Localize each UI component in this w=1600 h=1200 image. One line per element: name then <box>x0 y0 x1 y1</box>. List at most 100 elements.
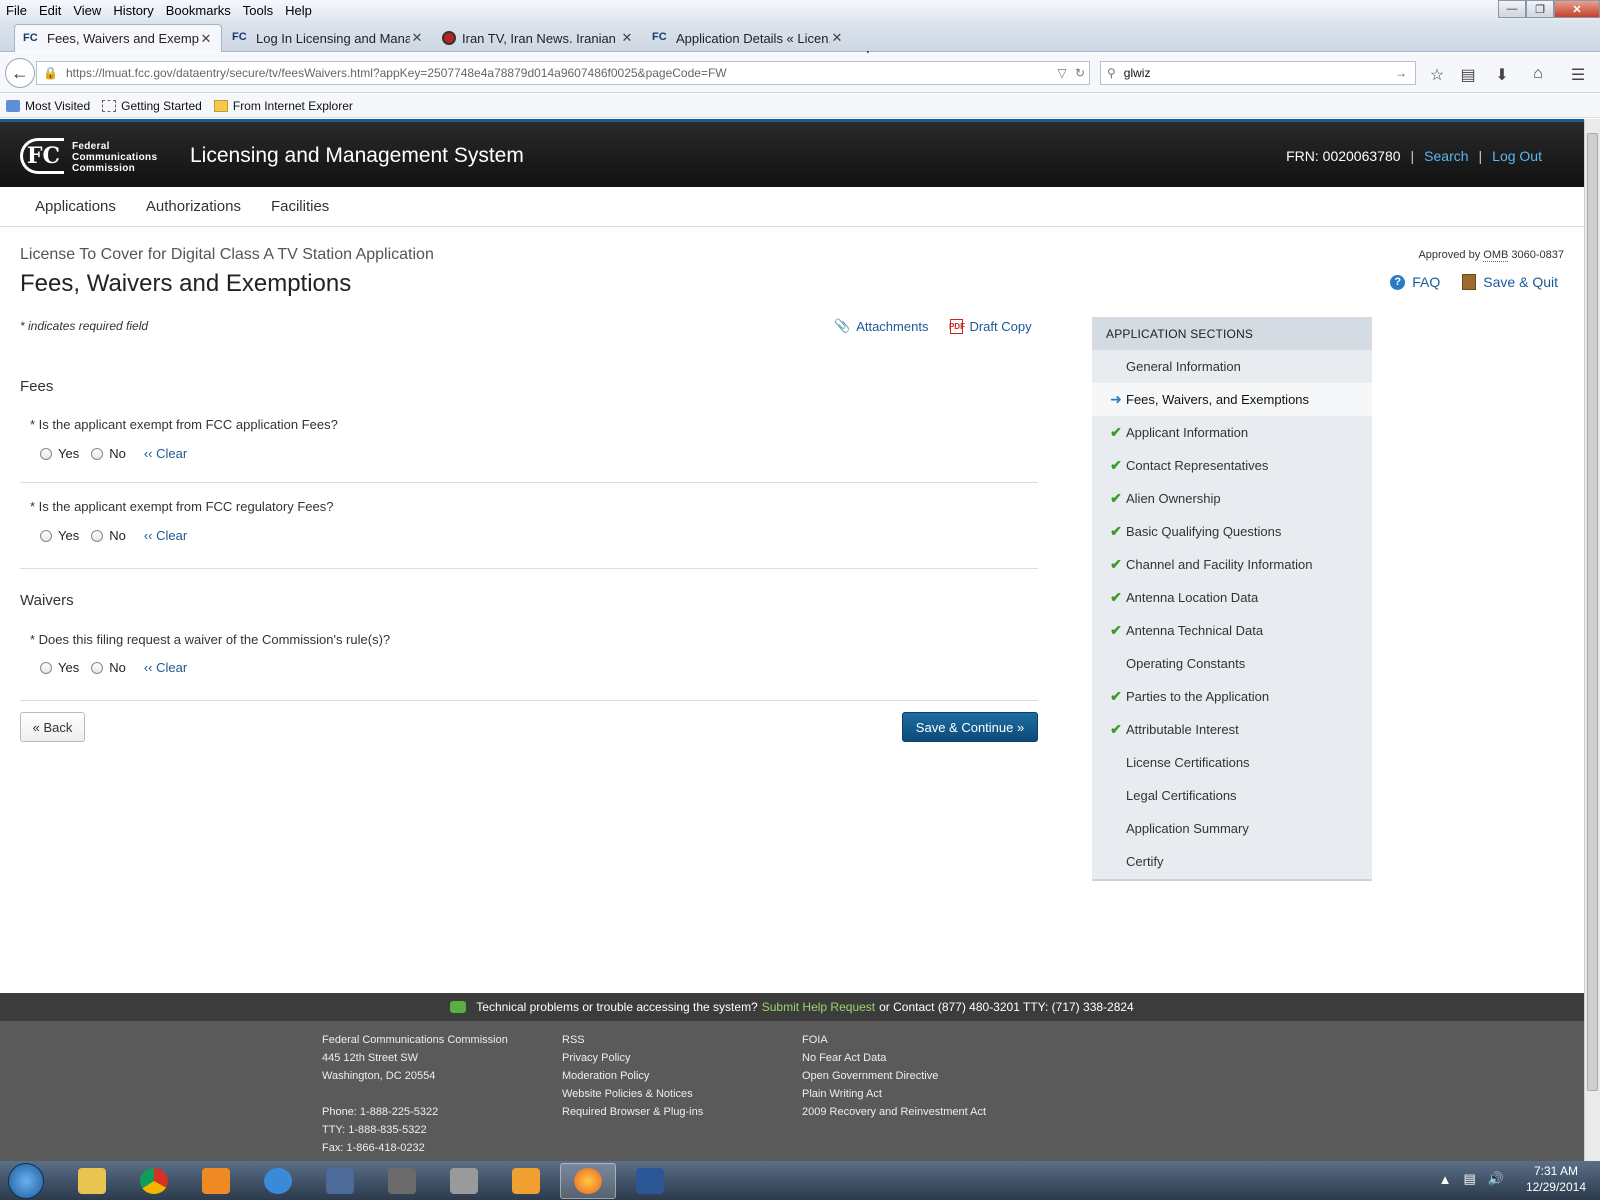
bookmark-from-ie[interactable]: From Internet Explorer <box>213 99 353 113</box>
draft-copy-link[interactable]: PDF Draft Copy <box>949 318 1032 334</box>
reading-list-icon[interactable]: ▤ <box>1457 65 1479 84</box>
close-tab-icon[interactable]: ✕ <box>410 30 424 46</box>
search-go-icon[interactable]: → <box>1395 66 1415 80</box>
sidebar-item[interactable]: Legal Certifications <box>1092 779 1372 812</box>
taskbar-word[interactable] <box>622 1163 678 1199</box>
menu-history[interactable]: History <box>107 3 159 18</box>
page-scrollbar[interactable] <box>1584 119 1600 1161</box>
faq-link[interactable]: ? FAQ <box>1390 274 1440 290</box>
sidebar-item[interactable]: License Certifications <box>1092 746 1372 779</box>
sidebar-item[interactable]: ✔ Parties to the Application <box>1092 680 1372 713</box>
taskbar-security[interactable] <box>374 1163 430 1199</box>
search-input[interactable]: glwiz <box>1124 66 1395 80</box>
menu-view[interactable]: View <box>67 3 107 18</box>
sidebar-item[interactable]: ✔ Attributable Interest <box>1092 713 1372 746</box>
close-tab-icon[interactable]: ✕ <box>830 30 844 46</box>
clear-link[interactable]: ‹‹ Clear <box>144 446 187 461</box>
menu-edit[interactable]: Edit <box>33 3 67 18</box>
menu-file[interactable]: File <box>0 3 33 18</box>
dropdown-arrow-icon[interactable]: ▽ <box>1053 66 1071 80</box>
menu-tools[interactable]: Tools <box>237 3 279 18</box>
footer-link[interactable]: No Fear Act Data <box>802 1049 986 1067</box>
search-link[interactable]: Search <box>1424 148 1468 164</box>
sidebar-item[interactable]: ✔ Alien Ownership <box>1092 482 1372 515</box>
taskbar-explorer[interactable] <box>64 1163 120 1199</box>
sidebar-item[interactable]: Operating Constants <box>1092 647 1372 680</box>
footer-link[interactable]: 2009 Recovery and Reinvestment Act <box>802 1103 986 1121</box>
reload-icon[interactable]: ↻ <box>1071 66 1089 80</box>
taskbar-network[interactable] <box>312 1163 368 1199</box>
menu-help[interactable]: Help <box>279 3 318 18</box>
browser-back-icon[interactable]: ← <box>5 58 35 88</box>
menu-bookmarks[interactable]: Bookmarks <box>160 3 237 18</box>
radio-yes[interactable] <box>40 447 52 460</box>
network-tray-icon[interactable]: ▤ <box>1463 1171 1475 1187</box>
sidebar-item[interactable]: ✔ Antenna Location Data <box>1092 581 1372 614</box>
footer-link[interactable]: Privacy Policy <box>562 1049 703 1067</box>
tab-login[interactable]: FC Log In Licensing and Mana... ✕ <box>224 24 432 52</box>
radio-no[interactable] <box>91 529 104 542</box>
radio-no[interactable] <box>91 661 104 674</box>
downloads-icon[interactable]: ⬇ <box>1491 65 1513 84</box>
volume-icon[interactable]: 🔊 <box>1488 1171 1504 1187</box>
save-continue-button[interactable]: Save & Continue » <box>902 712 1038 742</box>
scrollbar-thumb[interactable] <box>1587 133 1598 1091</box>
attachments-label: Attachments <box>856 318 929 334</box>
footer-link[interactable]: Required Browser & Plug-ins <box>562 1103 703 1121</box>
close-tab-icon[interactable]: ✕ <box>620 30 634 46</box>
hamburger-menu-icon[interactable]: ☰ <box>1567 65 1589 84</box>
taskbar-outlook[interactable] <box>498 1163 554 1199</box>
browser-search-box[interactable]: ⚲ glwiz → <box>1100 61 1416 85</box>
logout-link[interactable]: Log Out <box>1492 148 1542 164</box>
save-quit-link[interactable]: Save & Quit <box>1462 274 1558 290</box>
nav-applications[interactable]: Applications <box>35 198 116 215</box>
footer-link[interactable]: RSS <box>562 1031 703 1049</box>
sidebar-item[interactable]: ➜ Fees, Waivers, and Exemptions <box>1092 383 1372 416</box>
taskbar-internet-explorer[interactable] <box>250 1163 306 1199</box>
bookmark-most-visited[interactable]: Most Visited <box>6 99 90 113</box>
sidebar-item[interactable]: ✔ Contact Representatives <box>1092 449 1372 482</box>
nav-authorizations[interactable]: Authorizations <box>146 198 241 215</box>
fcc-logo[interactable]: FC <box>20 138 64 174</box>
taskbar-firefox[interactable] <box>560 1162 616 1199</box>
footer-link[interactable]: Moderation Policy <box>562 1067 703 1085</box>
restore-icon[interactable]: ❐ <box>1526 0 1554 18</box>
footer-link[interactable]: Open Government Directive <box>802 1067 986 1085</box>
show-hidden-icons-icon[interactable]: ▲ <box>1439 1172 1452 1187</box>
tab-fees-waivers[interactable]: FC Fees, Waivers and Exempti... ✕ <box>14 24 222 52</box>
sidebar-item[interactable]: ✔ Basic Qualifying Questions <box>1092 515 1372 548</box>
sidebar-item[interactable]: ✔ Applicant Information <box>1092 416 1372 449</box>
tab-iran-tv[interactable]: Iran TV, Iran News. Iranian ... ✕ <box>434 24 642 52</box>
footer-link[interactable]: Plain Writing Act <box>802 1085 986 1103</box>
clock[interactable]: 7:31 AM 12/29/2014 <box>1526 1163 1586 1195</box>
close-tab-icon[interactable]: ✕ <box>199 31 213 47</box>
attachments-link[interactable]: 📎 Attachments <box>834 318 928 334</box>
close-window-icon[interactable]: ✕ <box>1554 0 1600 18</box>
tab-application-details[interactable]: FC Application Details « Licen... ✕ <box>644 24 852 52</box>
taskbar-phone[interactable] <box>436 1163 492 1199</box>
taskbar-media-player[interactable] <box>188 1163 244 1199</box>
radio-no[interactable] <box>91 447 104 460</box>
taskbar-chrome[interactable] <box>126 1163 182 1199</box>
sidebar-item[interactable]: Application Summary <box>1092 812 1372 845</box>
nav-facilities[interactable]: Facilities <box>271 198 329 215</box>
radio-yes[interactable] <box>40 529 52 542</box>
sidebar-item[interactable]: Certify <box>1092 845 1372 878</box>
sidebar-item[interactable]: ✔ Antenna Technical Data <box>1092 614 1372 647</box>
radio-yes[interactable] <box>40 661 52 674</box>
back-button[interactable]: « Back <box>20 712 85 742</box>
minimize-icon[interactable]: — <box>1498 0 1526 18</box>
sidebar-item[interactable]: ✔ Channel and Facility Information <box>1092 548 1372 581</box>
clear-link[interactable]: ‹‹ Clear <box>144 528 187 543</box>
bookmark-star-icon[interactable]: ☆ <box>1426 65 1448 84</box>
clear-link[interactable]: ‹‹ Clear <box>144 660 187 675</box>
browser-navbar: ← 🔒 https://lmuat.fcc.gov/dataentry/secu… <box>0 53 1600 93</box>
sidebar-item[interactable]: General Information <box>1092 350 1372 383</box>
footer-link[interactable]: Website Policies & Notices <box>562 1085 703 1103</box>
footer-link[interactable]: FOIA <box>802 1031 986 1049</box>
address-bar[interactable]: 🔒 https://lmuat.fcc.gov/dataentry/secure… <box>36 61 1090 85</box>
home-icon[interactable]: ⌂ <box>1527 65 1549 83</box>
start-button-icon[interactable] <box>8 1162 44 1199</box>
bookmark-getting-started[interactable]: Getting Started <box>102 99 202 113</box>
submit-help-link[interactable]: Submit Help Request <box>762 1000 875 1014</box>
